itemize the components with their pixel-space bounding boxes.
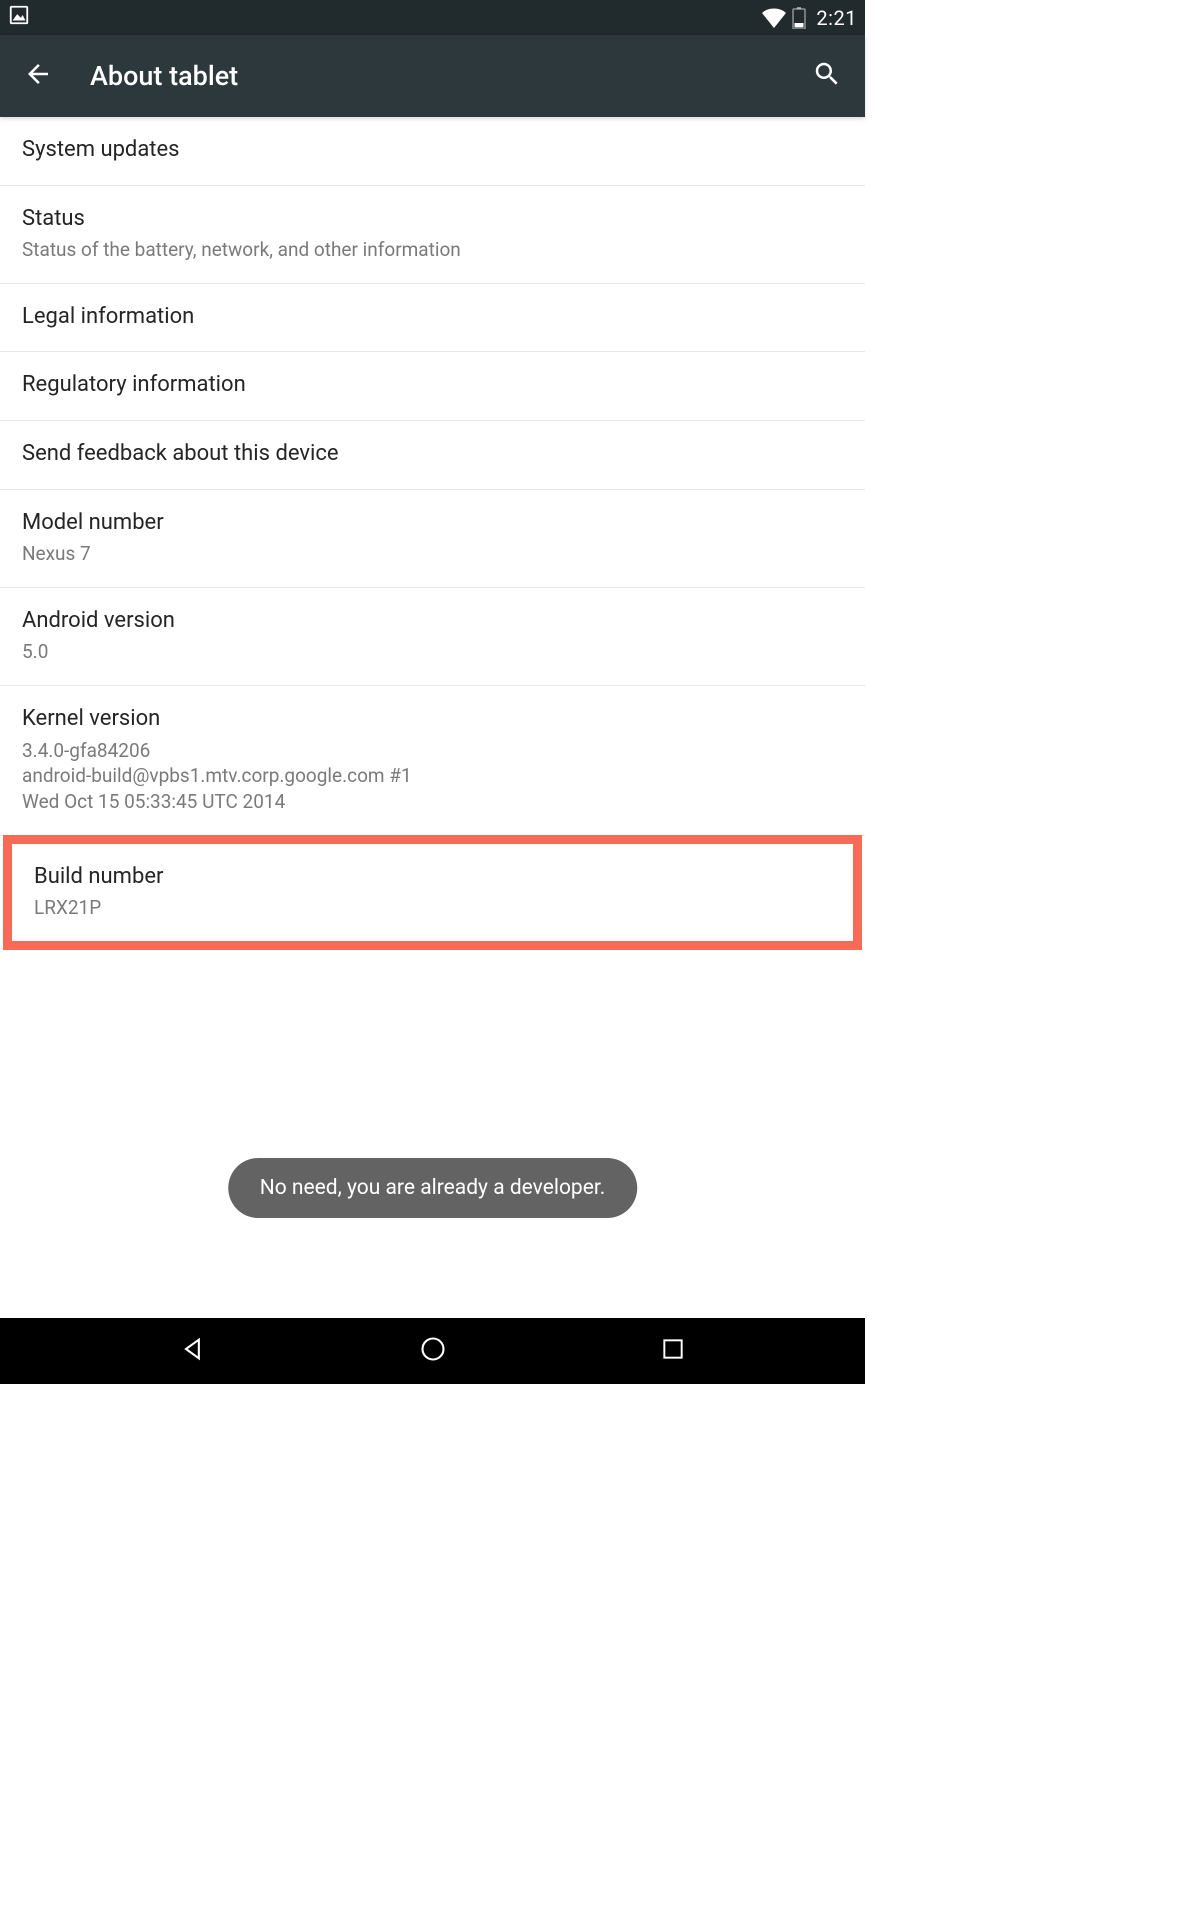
highlight-build-number: Build number LRX21P bbox=[3, 835, 862, 950]
arrow-back-icon bbox=[23, 59, 53, 93]
navigation-bar bbox=[0, 1318, 865, 1384]
item-legal-information[interactable]: Legal information bbox=[0, 284, 865, 353]
item-send-feedback[interactable]: Send feedback about this device bbox=[0, 421, 865, 490]
wifi-icon bbox=[762, 8, 786, 28]
item-title: Regulatory information bbox=[22, 371, 843, 400]
item-subtitle: LRX21P bbox=[34, 895, 831, 921]
item-build-number[interactable]: Build number LRX21P bbox=[12, 844, 853, 941]
image-icon bbox=[8, 4, 30, 31]
search-icon bbox=[812, 59, 842, 93]
status-left bbox=[8, 4, 30, 31]
back-button[interactable] bbox=[14, 52, 62, 100]
item-system-updates[interactable]: System updates bbox=[0, 117, 865, 186]
item-android-version[interactable]: Android version 5.0 bbox=[0, 588, 865, 686]
nav-back-button[interactable] bbox=[153, 1327, 233, 1375]
item-title: Status bbox=[22, 205, 843, 234]
item-title: Android version bbox=[22, 607, 843, 636]
toast-message: No need, you are already a developer. bbox=[228, 1158, 638, 1218]
item-subtitle: 3.4.0-gfa84206 android-build@vpbs1.mtv.c… bbox=[22, 738, 843, 815]
status-right: 2:21 bbox=[762, 6, 857, 30]
settings-list: System updates Status Status of the batt… bbox=[0, 117, 865, 950]
app-bar: About tablet bbox=[0, 35, 865, 117]
item-regulatory-information[interactable]: Regulatory information bbox=[0, 352, 865, 421]
status-bar: 2:21 bbox=[0, 0, 865, 35]
status-clock: 2:21 bbox=[816, 6, 857, 30]
item-status[interactable]: Status Status of the battery, network, a… bbox=[0, 186, 865, 284]
app-bar-title: About tablet bbox=[90, 60, 803, 92]
nav-home-button[interactable] bbox=[393, 1327, 473, 1375]
item-kernel-version[interactable]: Kernel version 3.4.0-gfa84206 android-bu… bbox=[0, 686, 865, 836]
nav-recent-button[interactable] bbox=[633, 1327, 713, 1375]
item-subtitle: Nexus 7 bbox=[22, 541, 843, 567]
nav-home-icon bbox=[419, 1335, 447, 1367]
nav-recent-icon bbox=[660, 1336, 686, 1366]
battery-icon bbox=[792, 7, 806, 29]
search-button[interactable] bbox=[803, 52, 851, 100]
item-model-number[interactable]: Model number Nexus 7 bbox=[0, 490, 865, 588]
item-title: Legal information bbox=[22, 303, 843, 332]
nav-inner bbox=[153, 1327, 713, 1375]
item-subtitle: 5.0 bbox=[22, 639, 843, 665]
item-title: Model number bbox=[22, 509, 843, 538]
item-title: Send feedback about this device bbox=[22, 440, 843, 469]
item-title: Build number bbox=[34, 863, 831, 892]
toast-text: No need, you are already a developer. bbox=[260, 1176, 606, 1200]
item-title: System updates bbox=[22, 136, 843, 165]
nav-back-icon bbox=[179, 1335, 207, 1367]
item-title: Kernel version bbox=[22, 705, 843, 734]
item-subtitle: Status of the battery, network, and othe… bbox=[22, 237, 843, 263]
